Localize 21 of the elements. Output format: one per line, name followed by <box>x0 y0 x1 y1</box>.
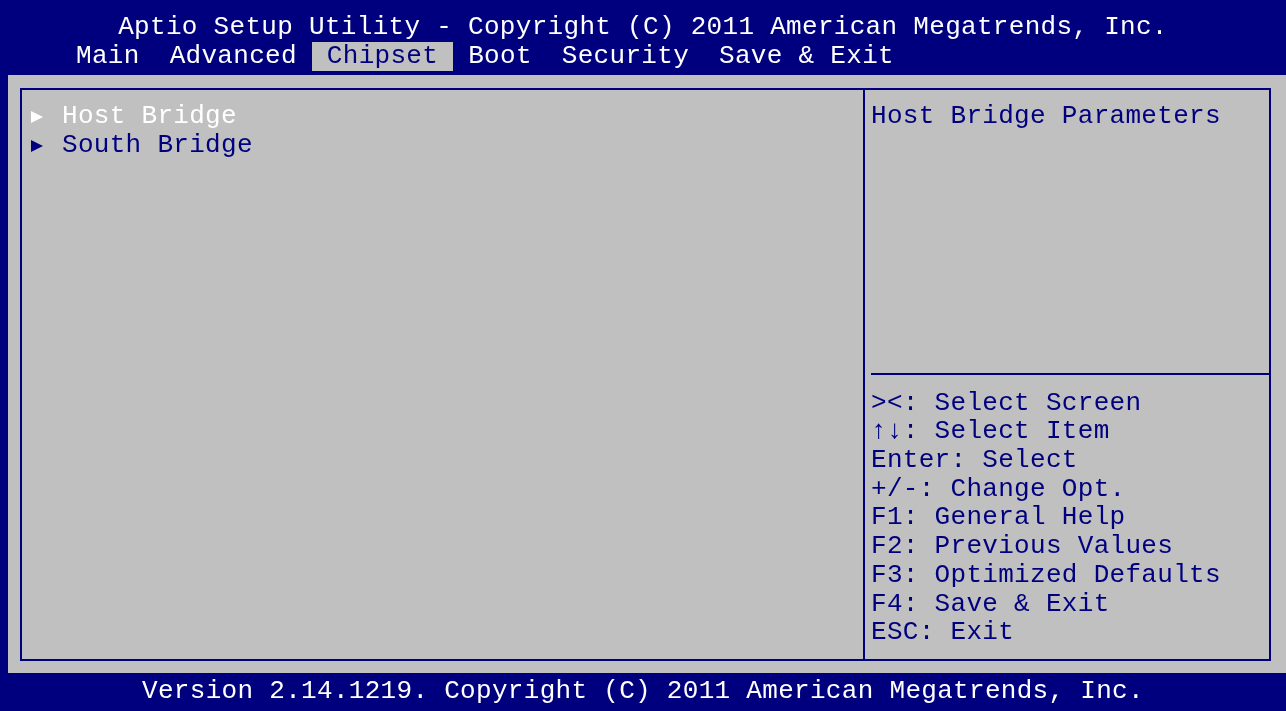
menu-tab[interactable]: Save & Exit <box>704 42 909 71</box>
window-title: Aptio Setup Utility - Copyright (C) 2011 American Megatrends, Inc. <box>118 13 1168 42</box>
menu-tab[interactable]: Chipset <box>311 42 454 71</box>
key-hint: +/-: Change Opt. <box>871 474 1126 504</box>
key-hint: ESC: Exit <box>871 618 1015 647</box>
key-hint: F3: Optimized Defaults <box>871 560 1221 590</box>
submenu-arrow-icon <box>30 109 44 124</box>
menu-tab[interactable]: Security <box>546 42 705 71</box>
key-hint: F4: Save & Exit <box>871 589 1110 619</box>
key-hint: F2: Previous Values <box>871 532 1174 561</box>
menu-item[interactable]: South Bridge <box>22 131 863 160</box>
menu-tab[interactable]: Main <box>61 42 155 71</box>
menu-tab[interactable]: Boot <box>453 42 547 71</box>
help-description: Host Bridge Parameters <box>871 102 1221 131</box>
menu-tab[interactable]: Advanced <box>154 42 312 71</box>
key-hint: F1: General Help <box>871 503 1126 533</box>
key-hint: ↑↓: Select Item <box>871 417 1110 447</box>
submenu-arrow-icon <box>30 138 44 153</box>
key-hint: Enter: Select <box>871 446 1078 475</box>
key-hint: ><: Select Screen <box>871 388 1142 418</box>
version-footer: Version 2.14.1219. Copyright (C) 2011 American Megatrends, Inc. <box>142 677 1144 706</box>
